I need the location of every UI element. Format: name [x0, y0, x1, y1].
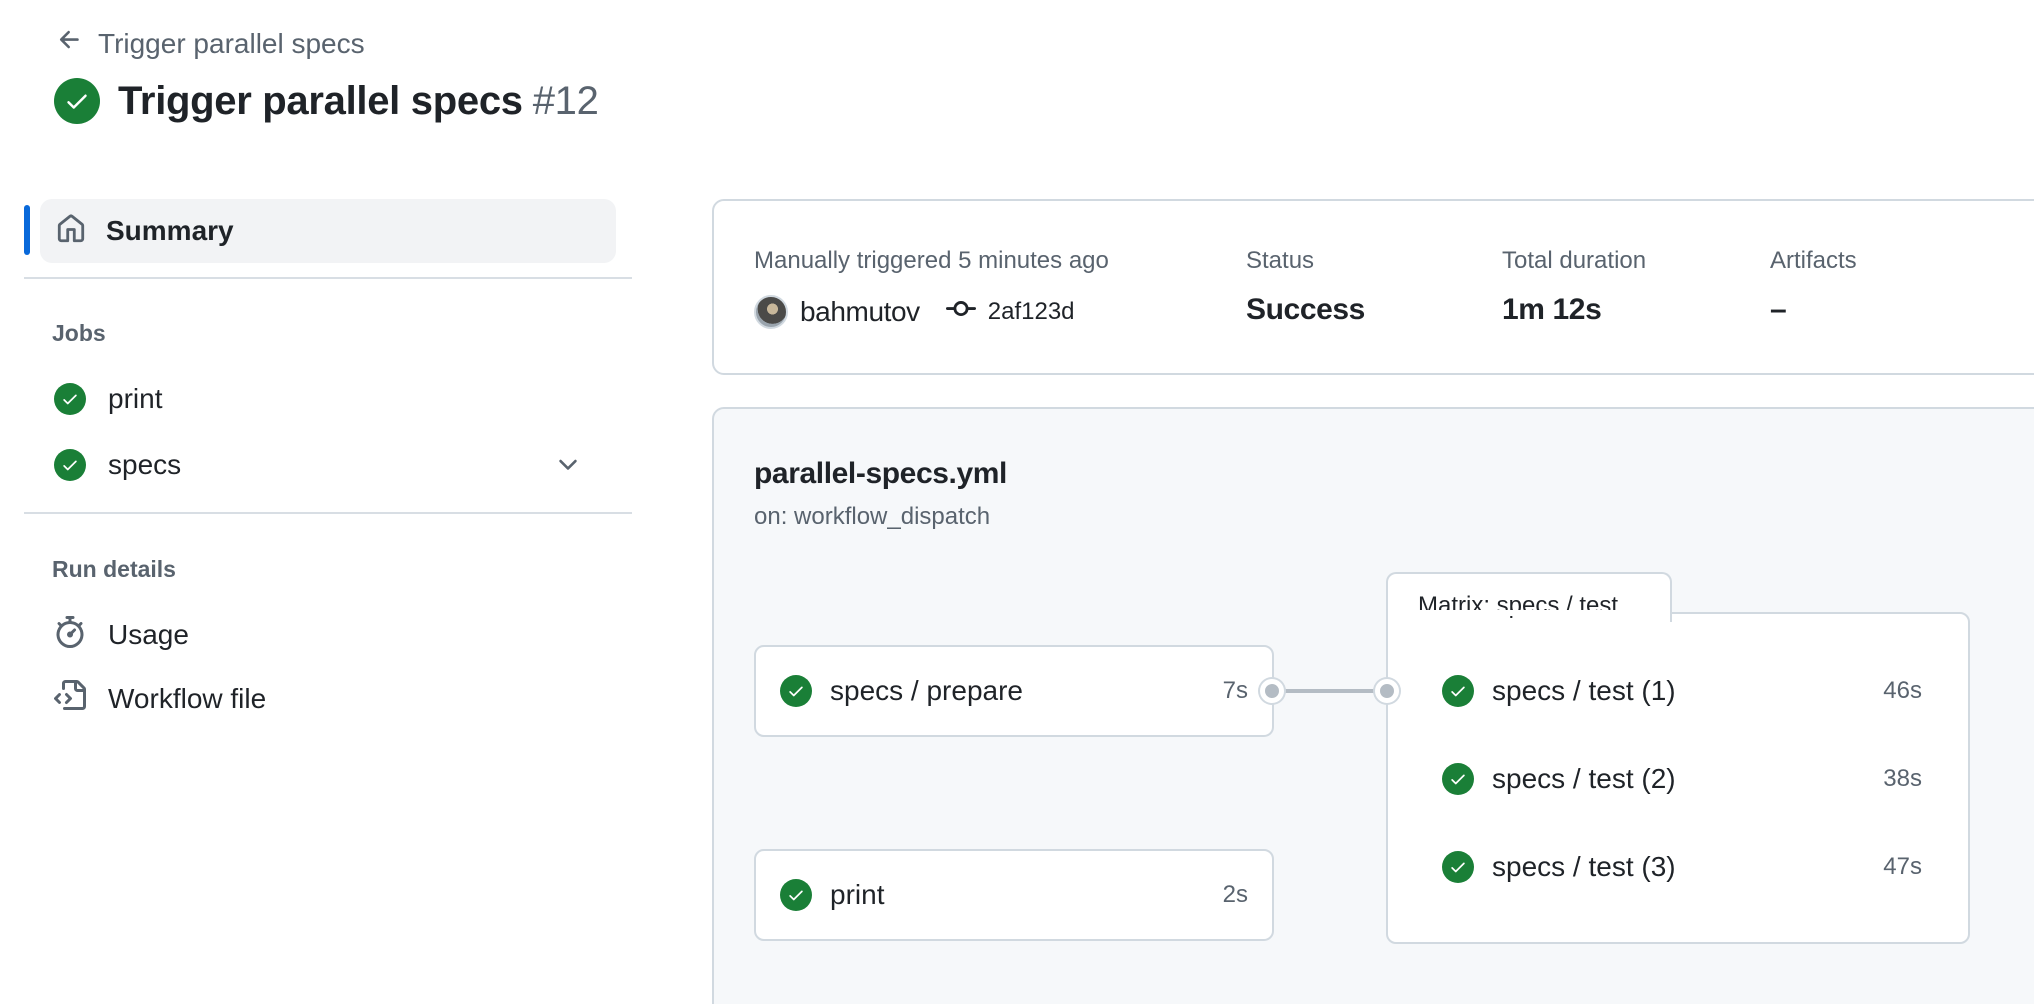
matrix-job-2[interactable]: specs / test (2) 38s [1442, 751, 1922, 807]
check-circle-icon [54, 449, 86, 481]
page-header: Trigger parallel specs #12 [54, 78, 599, 124]
job-duration: 2s [1222, 881, 1248, 908]
arrow-left-icon [56, 26, 84, 61]
sidebar-divider [24, 277, 632, 279]
commit-sha[interactable]: 2af123d [988, 298, 1075, 326]
run-number: #12 [532, 78, 599, 123]
artifacts-value: – [1770, 293, 1787, 326]
commit-icon [945, 294, 976, 329]
sidebar-item-usage[interactable]: Usage [40, 607, 616, 663]
actor-row: bahmutov 2af123d [754, 294, 1075, 329]
status-value: Success [1246, 293, 1365, 326]
connector-node-in [1375, 679, 1399, 703]
sidebar-item-workflow-file[interactable]: Workflow file [40, 671, 616, 727]
sidebar-item-specs[interactable]: specs [40, 437, 616, 493]
back-link-label: Trigger parallel specs [98, 27, 365, 59]
jobs-heading: Jobs [52, 320, 106, 346]
sidebar-item-label: print [108, 383, 163, 414]
job-connector [1284, 689, 1384, 693]
status-label: Status [1246, 247, 1315, 274]
duration-value: 1m 12s [1502, 293, 1602, 326]
artifacts-label: Artifacts [1770, 247, 1857, 274]
check-circle-icon [1442, 851, 1474, 883]
job-duration: 46s [1883, 677, 1922, 704]
job-name: specs / prepare [830, 675, 1023, 706]
matrix-job-3[interactable]: specs / test (3) 47s [1442, 839, 1922, 895]
actor-name[interactable]: bahmutov [800, 296, 920, 328]
job-node-print[interactable]: print 2s [754, 849, 1274, 941]
workflow-file-icon [54, 679, 86, 719]
run-summary-card: Manually triggered 5 minutes ago bahmuto… [712, 199, 2034, 375]
stopwatch-icon [54, 615, 86, 655]
sidebar-item-label: Summary [106, 215, 234, 246]
sidebar-item-print[interactable]: print [40, 371, 616, 427]
duration-label: Total duration [1502, 247, 1647, 274]
check-circle-icon [54, 383, 86, 415]
job-duration: 47s [1883, 853, 1922, 880]
run-details-heading: Run details [52, 556, 176, 582]
sidebar-divider [24, 512, 632, 514]
matrix-job-1[interactable]: specs / test (1) 46s [1442, 663, 1922, 719]
sidebar-item-label: Usage [108, 619, 189, 650]
sidebar-item-label: Workflow file [108, 683, 267, 714]
workflow-file-name[interactable]: parallel-specs.yml [754, 457, 1007, 491]
check-circle-icon [1442, 675, 1474, 707]
connector-node-out [1260, 679, 1284, 703]
check-circle-icon [1442, 763, 1474, 795]
job-node-specs-prepare[interactable]: specs / prepare 7s [754, 645, 1274, 737]
matrix-tab-join [1388, 610, 1670, 616]
page-title: Trigger parallel specs #12 [118, 79, 599, 124]
check-circle-icon [780, 879, 812, 911]
active-indicator [24, 205, 30, 255]
job-name: print [830, 879, 885, 910]
trigger-text: Manually triggered 5 minutes ago [754, 247, 1109, 274]
job-name: specs / test (3) [1492, 851, 1676, 882]
job-duration: 38s [1883, 765, 1922, 792]
job-name: specs / test (1) [1492, 675, 1676, 706]
back-link[interactable]: Trigger parallel specs [56, 26, 365, 61]
page-title-text: Trigger parallel specs [118, 78, 523, 123]
sidebar-item-summary[interactable]: Summary [40, 199, 616, 263]
avatar[interactable] [754, 294, 788, 329]
check-circle-icon [54, 78, 100, 124]
chevron-down-icon[interactable] [554, 451, 582, 479]
job-name: specs / test (2) [1492, 763, 1676, 794]
sidebar-item-label: specs [108, 449, 182, 480]
home-icon [56, 214, 86, 249]
check-circle-icon [780, 675, 812, 707]
job-duration: 7s [1222, 677, 1248, 704]
workflow-trigger: on: workflow_dispatch [754, 503, 991, 530]
